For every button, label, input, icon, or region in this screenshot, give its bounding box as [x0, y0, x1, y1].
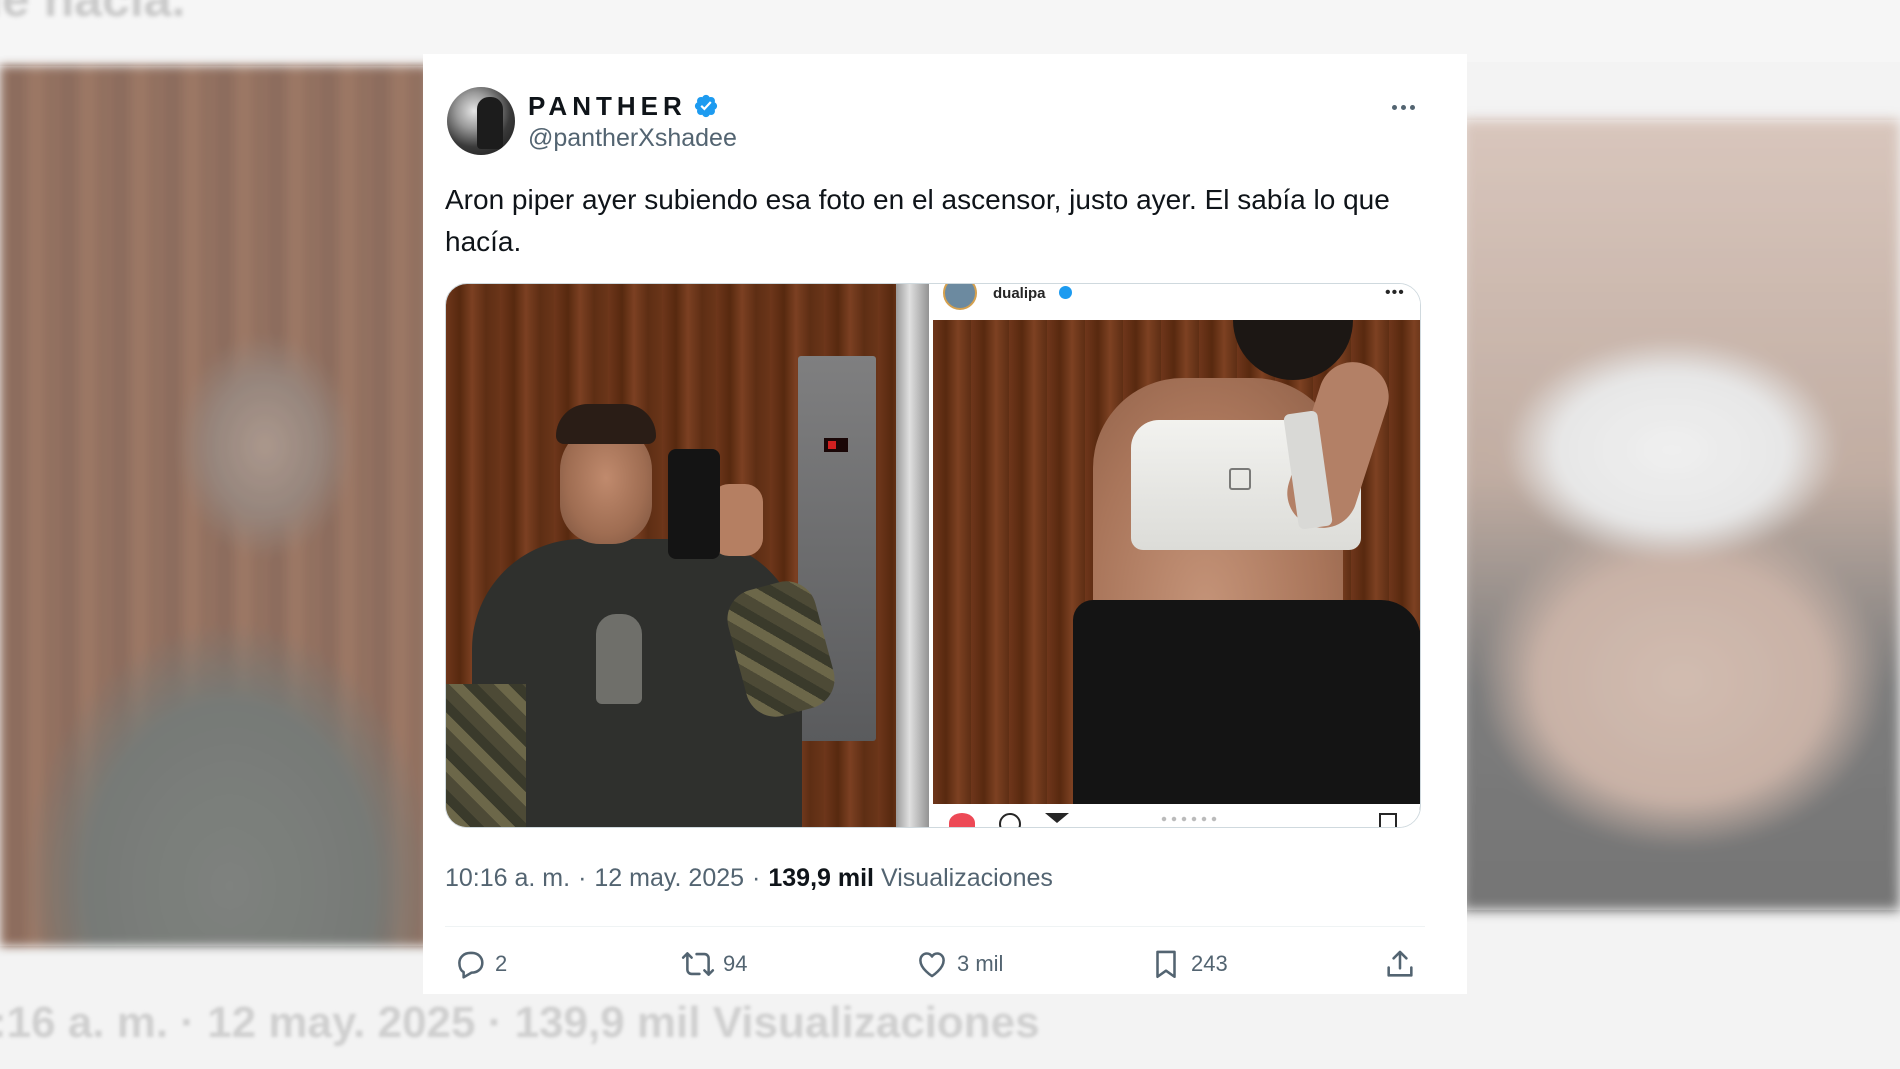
- instagram-more-icon: •••: [1385, 284, 1405, 301]
- background-top-strip: le hacía.: [0, 0, 1900, 62]
- media-photo-instagram-screenshot[interactable]: dualipa •••: [933, 284, 1420, 827]
- instagram-avatar: [943, 284, 977, 310]
- more-dot: [1400, 104, 1406, 110]
- author-name-row: PANTHER: [528, 90, 719, 122]
- phone: [668, 449, 720, 559]
- like-button[interactable]: 3 mil: [915, 942, 1003, 986]
- camo-sleeve-left: [446, 684, 526, 827]
- more-dot: [1391, 104, 1397, 110]
- repost-count: 94: [723, 951, 748, 976]
- media-photo-elevator-selfie[interactable]: [446, 284, 930, 827]
- meta-separator: ·: [752, 863, 761, 892]
- elevator-display: [824, 438, 848, 452]
- repost-button[interactable]: 94: [681, 942, 747, 986]
- instagram-verified-icon: [1059, 286, 1072, 299]
- share-button[interactable]: [1383, 942, 1417, 986]
- meta-separator: ·: [578, 863, 587, 892]
- background-bottom-text: :16 a. m. · 12 may. 2025 · 139,9 mil Vis…: [0, 998, 1040, 1047]
- more-options-icon[interactable]: [1383, 92, 1423, 122]
- instagram-carousel-dots: [1159, 816, 1219, 822]
- shirt-print: [596, 614, 642, 704]
- tweet-time[interactable]: 10:16 a. m.: [445, 864, 570, 893]
- like-count: 3 mil: [957, 951, 1004, 976]
- background-right-shade: [1462, 120, 1900, 910]
- avatar[interactable]: [447, 87, 515, 155]
- instagram-header: dualipa •••: [933, 284, 1420, 320]
- instagram-post-image: [933, 320, 1420, 810]
- verified-badge-icon: [693, 93, 719, 119]
- repost-icon: [681, 952, 715, 976]
- views-count: 139,9 mil: [768, 863, 875, 892]
- tweet-text: Aron piper ayer subiendo esa foto en el …: [445, 184, 1390, 257]
- instagram-action-bar: [933, 804, 1420, 827]
- tweet-metadata: 10:16 a. m. · 12 may. 2025 · 139,9 mil V…: [445, 860, 1053, 896]
- author-handle[interactable]: @pantherXshadee: [528, 124, 737, 153]
- tweet-date[interactable]: 12 may. 2025: [594, 864, 744, 893]
- divider-line: [445, 926, 1425, 927]
- elevator-door-frame: [896, 284, 930, 827]
- background-left-shade: [0, 66, 430, 946]
- instagram-share-icon: [1045, 813, 1069, 823]
- tweet-card[interactable]: PANTHER @pantherXshadee Aron piper ayer …: [423, 54, 1467, 994]
- reply-count: 2: [495, 951, 508, 976]
- top-logo: [1229, 468, 1251, 490]
- reply-icon: [458, 951, 484, 979]
- avatar-figure: [477, 97, 503, 149]
- instagram-heart-icon: [949, 813, 975, 827]
- instagram-username: dualipa: [993, 285, 1046, 302]
- tweet-action-bar: 2 94 3 mil 243: [445, 942, 1429, 986]
- screenshot-stage: le hacía. :16 a. m. · 12 may. 2025 · 139…: [0, 0, 1900, 1069]
- bookmark-icon: [1156, 950, 1176, 979]
- reply-button[interactable]: 2: [453, 942, 507, 986]
- bookmark-button[interactable]: 243: [1149, 942, 1228, 986]
- tweet-media[interactable]: dualipa •••: [445, 283, 1421, 828]
- more-dot: [1409, 104, 1415, 110]
- instagram-comment-icon: [999, 813, 1021, 827]
- bookmark-count: 243: [1191, 951, 1228, 976]
- black-skirt: [1073, 600, 1420, 810]
- like-icon: [919, 952, 945, 978]
- share-icon: [1387, 950, 1413, 977]
- instagram-save-icon: [1379, 813, 1397, 827]
- person-hair: [556, 404, 656, 444]
- background-top-text: le hacía.: [0, 0, 185, 28]
- views-label: Visualizaciones: [881, 863, 1053, 892]
- display-name[interactable]: PANTHER: [528, 91, 687, 122]
